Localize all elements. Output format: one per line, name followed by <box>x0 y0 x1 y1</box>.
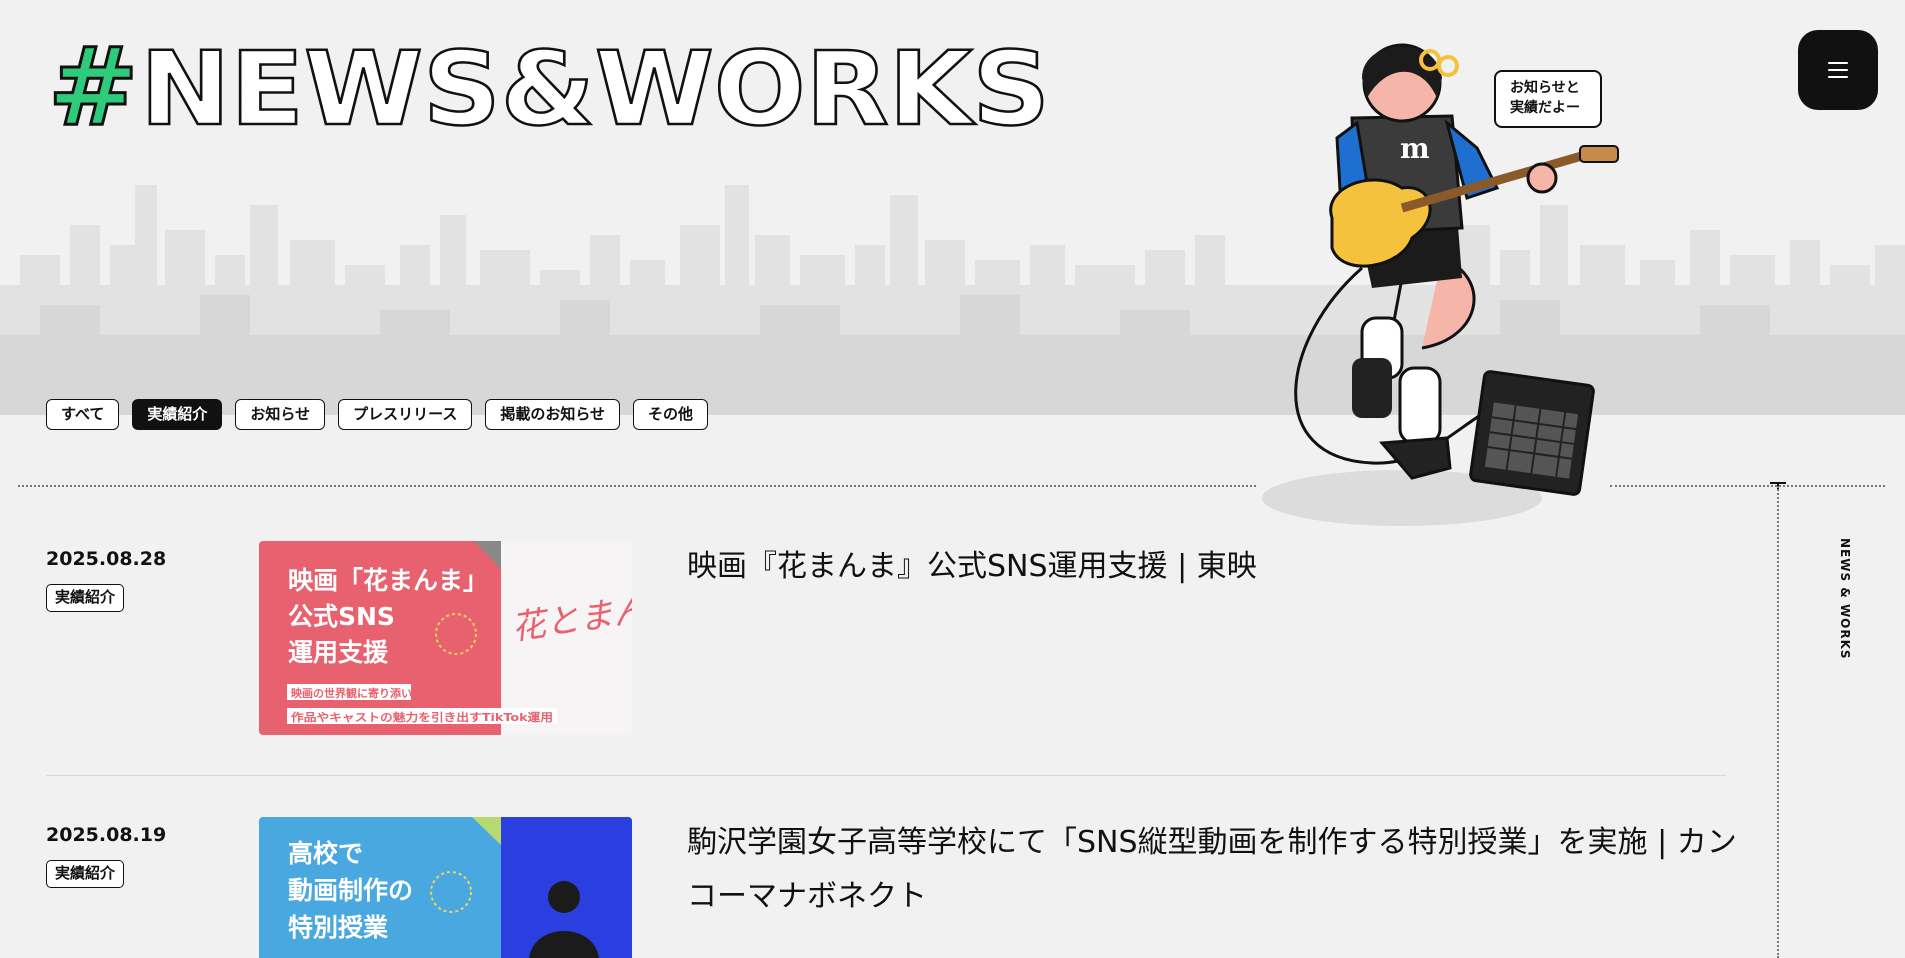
thumb-heading-3: 特別授業 <box>288 913 388 942</box>
article-date: 2025.08.19 <box>46 824 167 846</box>
title-hash: # <box>48 32 139 142</box>
article-thumbnail[interactable]: 映画「花まんま」 公式SNS 運用支援 映画の世界観に寄り添い、 作品やキャスト… <box>259 541 632 735</box>
article-title[interactable]: 駒沢学園女子高等学校にて「SNS縦型動画を制作する特別授業」を実施 | カンコー… <box>687 816 1757 924</box>
title-word: NEWS&WORKS <box>140 32 1050 142</box>
article-divider <box>46 775 1726 776</box>
side-section-label: NEWS & WORKS <box>1838 538 1852 660</box>
thumb-heading-1: 映画「花まんま」 <box>288 566 488 595</box>
filter-news[interactable]: お知らせ <box>235 399 326 430</box>
article-thumbnail[interactable]: 高校で 動画制作の 特別授業 <box>259 817 632 958</box>
filter-media[interactable]: 掲載のお知らせ <box>485 399 621 430</box>
speech-bubble-line-1: お知らせと <box>1510 80 1580 96</box>
article-item[interactable]: 2025.08.28 実績紹介 映画「花まんま」 公式SNS 運用支援 映画の世… <box>46 540 1726 740</box>
filter-press-release[interactable]: プレスリリース <box>338 399 473 430</box>
thumb-heading-1: 高校で <box>288 839 363 868</box>
category-filters: すべて 実績紹介 お知らせ プレスリリース 掲載のお知らせ その他 <box>46 399 709 430</box>
thumb-heading-2: 動画制作の <box>288 876 413 905</box>
speech-bubble-line-2: 実績だよー <box>1510 100 1580 116</box>
timeline-line <box>1777 486 1779 958</box>
article-tag[interactable]: 実績紹介 <box>46 860 125 888</box>
filter-other[interactable]: その他 <box>633 399 709 430</box>
thumb-heading-2: 公式SNS <box>288 602 395 631</box>
thumb-sub-2: 作品やキャストの魅力を引き出すTikTok運用 <box>291 710 553 724</box>
filter-all[interactable]: すべて <box>46 399 120 430</box>
filter-works[interactable]: 実績紹介 <box>132 399 223 430</box>
thumb-sub-1: 映画の世界観に寄り添い、 <box>291 686 423 700</box>
page-title: # NEWS&WORKS <box>47 24 1068 152</box>
speech-bubble: お知らせと 実績だよー <box>1494 70 1602 128</box>
article-item[interactable]: 2025.08.19 実績紹介 高校で 動画制作の 特別授業 駒沢学園女子高等学… <box>46 816 1737 958</box>
menu-button[interactable] <box>1798 30 1878 110</box>
hamburger-icon <box>1828 62 1848 78</box>
section-divider-left <box>18 485 1256 487</box>
section-divider-right <box>1610 485 1885 487</box>
svg-text:m: m <box>1400 132 1430 165</box>
thumb-heading-3: 運用支援 <box>288 638 389 667</box>
article-tag[interactable]: 実績紹介 <box>46 584 125 612</box>
article-title[interactable]: 映画『花まんま』公式SNS運用支援 | 東映 <box>687 540 1757 594</box>
article-date: 2025.08.28 <box>46 548 167 570</box>
